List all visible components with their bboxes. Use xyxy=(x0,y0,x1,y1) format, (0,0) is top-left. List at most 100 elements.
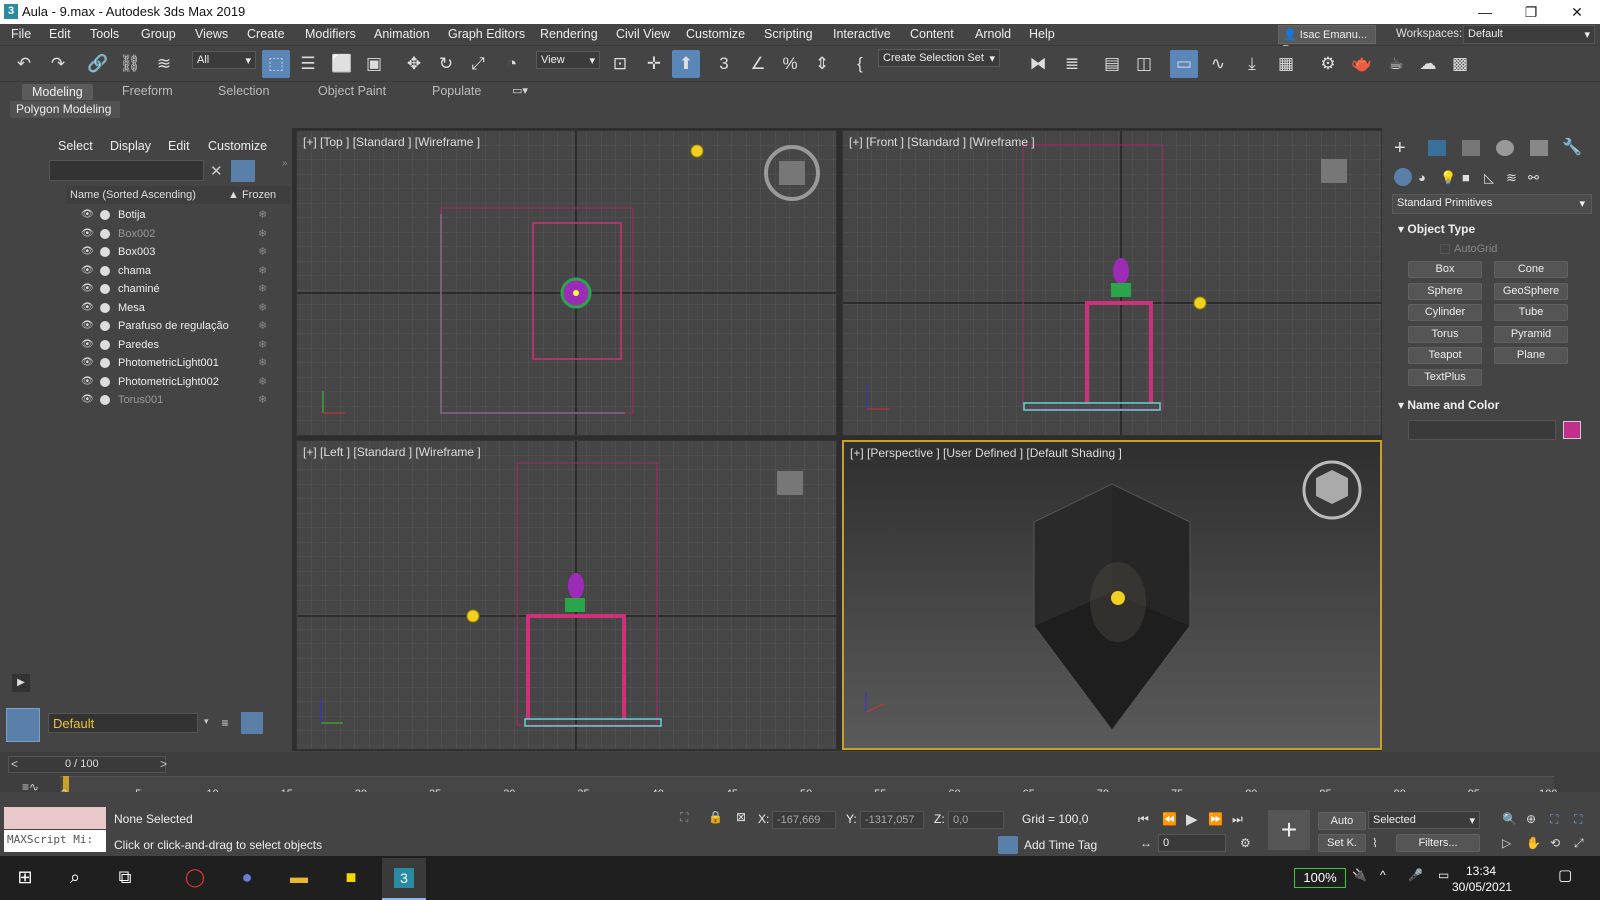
mirror-icon[interactable]: ⧓ xyxy=(1024,50,1052,78)
freeze-snowflake-icon[interactable]: ❄ xyxy=(258,245,267,258)
menu-edit[interactable]: Edit xyxy=(49,27,71,41)
3dsmax-taskbar-icon[interactable]: 3 xyxy=(382,858,426,900)
filter-toggle-icon[interactable] xyxy=(231,160,255,182)
prev-key-icon[interactable]: ⏪ xyxy=(1162,812,1177,826)
field-of-view-icon[interactable]: ▷ xyxy=(1502,836,1511,850)
zoom-extents-all-icon[interactable]: ⛶ xyxy=(1574,812,1582,827)
network-icon[interactable]: ▭ xyxy=(1438,868,1449,882)
modify-tab-icon[interactable] xyxy=(1428,140,1446,156)
minimize-button[interactable]: — xyxy=(1462,0,1508,24)
scene-explorer-toggle-icon[interactable]: ▤ xyxy=(1098,50,1126,78)
collapse-panel-icon[interactable]: » xyxy=(282,158,288,169)
visibility-eye-icon[interactable]: 👁 xyxy=(81,302,94,313)
a360-gallery-icon[interactable]: ▩ xyxy=(1446,50,1474,78)
next-key-icon[interactable]: ⏩ xyxy=(1208,812,1223,826)
primitive-cone-button[interactable]: Cone xyxy=(1494,261,1568,278)
current-layer-dropdown[interactable]: Default xyxy=(48,713,198,733)
layer-explorer-icon[interactable]: ◫ xyxy=(1130,50,1158,78)
visibility-eye-icon[interactable]: 👁 xyxy=(81,228,94,239)
tab-selection[interactable]: Selection xyxy=(218,84,269,98)
menu-rendering[interactable]: Rendering xyxy=(540,27,598,41)
column-frozen-header[interactable]: ▲ Frozen xyxy=(228,189,276,201)
menu-create[interactable]: Create xyxy=(247,27,285,41)
scene-object-row[interactable]: 👁 PhotometricLight002 ❄ xyxy=(68,373,290,391)
viewport-layout-icon[interactable] xyxy=(6,708,40,742)
menu-scripting[interactable]: Scripting xyxy=(764,27,813,41)
app-icon[interactable]: 3 xyxy=(4,4,18,19)
visibility-eye-icon[interactable]: 👁 xyxy=(81,376,94,387)
key-mode-toggle-icon[interactable]: ↔ xyxy=(1140,836,1152,850)
scene-object-row[interactable]: 👁 Torus001 ❄ xyxy=(68,391,290,409)
create-tab-icon[interactable]: + xyxy=(1394,137,1406,160)
rendered-frame-window-icon[interactable]: 🫖 xyxy=(1348,50,1376,78)
visibility-eye-icon[interactable]: 👁 xyxy=(81,246,94,257)
time-tag-icon[interactable] xyxy=(998,836,1018,854)
opera-icon[interactable]: ◯ xyxy=(180,862,210,892)
scene-object-row[interactable]: 👁 Botija ❄ xyxy=(68,206,290,224)
tab-object-paint[interactable]: Object Paint xyxy=(318,84,386,98)
notifications-icon[interactable]: ▢ xyxy=(1558,866,1572,884)
display-tab-icon[interactable] xyxy=(1530,140,1548,156)
select-object-icon[interactable]: ⬚ xyxy=(262,50,290,78)
visibility-eye-icon[interactable]: 👁 xyxy=(81,265,94,276)
next-frame-icon[interactable]: > xyxy=(160,757,167,771)
link-icon[interactable]: 🔗 xyxy=(84,50,112,78)
window-crossing-icon[interactable]: ▣ xyxy=(360,50,388,78)
freeze-snowflake-icon[interactable]: ❄ xyxy=(258,338,267,351)
keyboard-shortcut-override-icon[interactable]: ⬆ xyxy=(672,50,700,78)
primitive-plane-button[interactable]: Plane xyxy=(1494,347,1568,364)
render-production-icon[interactable]: ☕ xyxy=(1382,50,1410,78)
freeze-snowflake-icon[interactable]: ❄ xyxy=(258,208,267,221)
render-setup-icon[interactable]: ⚙ xyxy=(1314,50,1342,78)
viewport-perspective[interactable]: [+] [Perspective ] [User Defined ] [Defa… xyxy=(842,440,1382,750)
freeze-snowflake-icon[interactable]: ❄ xyxy=(258,375,267,388)
filters-button[interactable]: Filters... xyxy=(1396,834,1480,852)
autogrid-checkbox[interactable]: AutoGrid xyxy=(1440,243,1497,255)
user-account-dropdown[interactable]: 👤 Isac Emanu... ▾ xyxy=(1278,25,1376,54)
show-hidden-icons-icon[interactable]: ^ xyxy=(1380,868,1386,882)
spacewarps-category-icon[interactable]: ≋ xyxy=(1506,170,1517,186)
object-type-rollout[interactable]: ▾ Object Type xyxy=(1398,222,1475,236)
freeze-snowflake-icon[interactable]: ❄ xyxy=(258,301,267,314)
motion-tab-icon[interactable] xyxy=(1496,140,1514,156)
rotate-icon[interactable]: ↻ xyxy=(432,50,460,78)
menu-arnold[interactable]: Arnold xyxy=(975,27,1011,41)
clock-date[interactable]: 30/05/2021 xyxy=(1452,880,1512,894)
tab-modeling[interactable]: Modeling xyxy=(22,84,93,100)
explorer-menu-customize[interactable]: Customize xyxy=(208,139,267,153)
angle-snap-icon[interactable]: ∠ xyxy=(744,50,772,78)
set-key-button[interactable]: Set K. xyxy=(1318,834,1366,852)
scene-object-row[interactable]: 👁 chama ❄ xyxy=(68,262,290,280)
prev-frame-icon[interactable]: < xyxy=(11,757,18,771)
maxscript-listener-pink[interactable] xyxy=(4,807,106,829)
workspace-dropdown[interactable]: Default ▾ xyxy=(1463,25,1595,44)
unlink-icon[interactable]: ⛓ xyxy=(116,50,144,78)
cameras-category-icon[interactable]: ■ xyxy=(1462,170,1470,185)
object-color-swatch[interactable] xyxy=(1563,421,1581,439)
explorer-menu-select[interactable]: Select xyxy=(58,139,93,153)
time-slider[interactable]: < 0 / 100 xyxy=(8,756,166,773)
primitive-sphere-button[interactable]: Sphere xyxy=(1408,282,1482,300)
key-tangent-icon[interactable]: ⌇ xyxy=(1372,836,1378,850)
undo-icon[interactable]: ↶ xyxy=(10,50,38,78)
viewport-label[interactable]: [+] [Perspective ] [User Defined ] [Defa… xyxy=(850,446,1122,460)
menu-civil-view[interactable]: Civil View xyxy=(616,27,670,41)
layer-stack-icon[interactable]: ≡ xyxy=(214,712,236,734)
menu-interactive[interactable]: Interactive xyxy=(833,27,891,41)
orbit-icon[interactable]: ⟲ xyxy=(1550,836,1560,850)
lights-category-icon[interactable]: 💡 xyxy=(1440,170,1456,186)
primitive-cylinder-button[interactable]: Cylinder xyxy=(1408,304,1482,321)
spinner-snap-icon[interactable]: ⇕ xyxy=(808,50,836,78)
explorer-search-input[interactable] xyxy=(49,160,204,181)
discord-icon[interactable]: ● xyxy=(232,862,262,892)
primitive-teapot-button[interactable]: Teapot xyxy=(1408,347,1482,364)
align-icon[interactable]: ≣ xyxy=(1058,50,1086,78)
freeze-snowflake-icon[interactable]: ❄ xyxy=(258,356,267,369)
hierarchy-tab-icon[interactable] xyxy=(1462,140,1480,156)
create-selection-set-dropdown[interactable]: Create Selection Set ▾ xyxy=(878,49,1000,67)
zoom-icon[interactable]: 🔍 xyxy=(1502,812,1517,826)
edit-named-selection-icon[interactable]: { xyxy=(846,50,874,78)
explorer-menu-edit[interactable]: Edit xyxy=(168,139,190,153)
utilities-tab-icon[interactable]: 🔧 xyxy=(1562,137,1582,157)
clear-search-icon[interactable]: ✕ xyxy=(210,162,223,180)
